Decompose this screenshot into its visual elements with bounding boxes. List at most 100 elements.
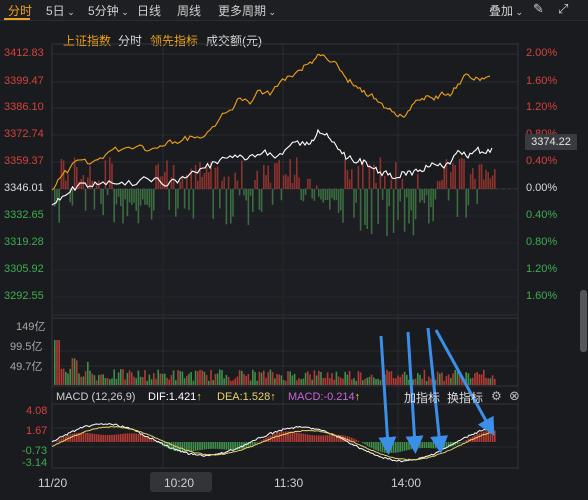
price-strength-bar (205, 165, 208, 189)
macd-bar (355, 439, 357, 442)
price-strength-bar (386, 189, 388, 236)
price-strength-bar (439, 181, 441, 189)
macd-bar (425, 442, 428, 449)
volume-bar (186, 375, 188, 385)
add-indicator-button[interactable]: 加指标 (404, 389, 440, 406)
volume-bar (445, 376, 448, 385)
volume-bar (157, 369, 159, 385)
volume-bar (153, 373, 155, 385)
volume-bar (131, 372, 133, 385)
price-axis-label: 3412.83 (4, 47, 44, 59)
price-strength-bar (175, 189, 177, 217)
volume-bar (76, 360, 78, 385)
price-strength-bar (258, 189, 261, 210)
price-strength-bar (208, 172, 210, 189)
volume-bar (480, 374, 483, 385)
volume-bar (375, 379, 377, 385)
macd-bar (146, 436, 148, 442)
volume-bar (313, 370, 316, 385)
price-strength-bar (287, 176, 289, 189)
macd-bar (91, 433, 93, 442)
macd-bar (320, 435, 322, 442)
price-strength-bar (333, 189, 335, 201)
macd-bar (373, 442, 375, 450)
volume-bar (331, 373, 333, 385)
price-strength-bar (113, 189, 115, 223)
price-strength-bar (102, 189, 104, 216)
macd-bar (432, 442, 434, 449)
macd-bar (419, 442, 421, 449)
price-strength-bar (219, 189, 221, 209)
volume-bar (177, 369, 179, 385)
intraday-chart[interactable] (0, 0, 588, 500)
macd-bar (315, 435, 318, 442)
price-strength-bar (234, 172, 236, 189)
dif-arrow-icon: ↑ (196, 391, 202, 403)
volume-bar (397, 375, 399, 385)
macd-bar (397, 442, 399, 453)
volume-bar (412, 379, 415, 385)
volume-bar (236, 376, 239, 385)
macd-axis-label: -3.14 (22, 457, 48, 469)
macd-bar (362, 442, 364, 444)
price-strength-bar (313, 189, 316, 201)
price-strength-bar (137, 189, 140, 224)
price-strength-bar (463, 158, 465, 189)
gear-icon[interactable]: ⚙ (491, 389, 502, 403)
macd-bar (463, 441, 465, 442)
volume-bar (199, 369, 201, 385)
switch-indicator-button[interactable]: 换指标 (447, 389, 483, 406)
close-icon[interactable]: ⊗ (509, 388, 520, 404)
volume-bar (441, 372, 443, 385)
price-strength-bar (172, 164, 175, 189)
price-strength-bar (478, 164, 481, 189)
volume-bar (392, 378, 395, 385)
macd-bar (364, 442, 366, 445)
volume-bar (117, 372, 120, 385)
volume-bar (436, 371, 439, 385)
volume-bar (373, 377, 375, 385)
volume-bar (335, 371, 338, 385)
price-strength-bar (375, 182, 377, 189)
volume-bar (452, 373, 454, 385)
volume-bar (386, 369, 388, 385)
price-strength-bar (331, 189, 333, 199)
vertical-scrollbar[interactable] (580, 290, 587, 352)
percent-axis-label: 1.20% (526, 263, 558, 275)
price-strength-bar (485, 169, 487, 189)
price-axis-label: 3332.65 (4, 209, 44, 221)
macd-histogram-value: MACD:-0.214↑ (288, 391, 360, 403)
volume-axis-label: 49.7亿 (10, 361, 43, 373)
price-strength-bar (487, 172, 489, 189)
price-strength-bar (197, 180, 199, 189)
price-strength-bar (276, 162, 278, 189)
price-axis-label: 3359.37 (4, 155, 44, 167)
macd-bar (201, 442, 203, 450)
macd-bar (113, 434, 115, 442)
volume-bar (403, 371, 406, 385)
volume-bar (351, 379, 353, 385)
macd-title[interactable]: MACD (12,26,9) (56, 391, 135, 403)
volume-bar (322, 378, 324, 385)
price-strength-bar (100, 189, 102, 205)
price-strength-bar (447, 189, 450, 201)
volume-bar (93, 375, 96, 385)
volume-bar (175, 380, 177, 385)
price-strength-bar (414, 189, 417, 220)
macd-bar (135, 433, 137, 442)
macd-arrow-icon: ↑ (354, 391, 361, 403)
macd-bar (190, 442, 192, 452)
volume-bar (467, 373, 470, 385)
price-strength-bar (126, 189, 129, 217)
price-strength-bar (302, 189, 305, 202)
macd-bar (390, 442, 393, 454)
volume-bar (278, 374, 280, 385)
lower-shade (52, 189, 518, 315)
volume-bar (65, 371, 67, 385)
macd-text: MACD:-0.214 (288, 391, 355, 403)
volume-bar (342, 378, 344, 385)
volume-bar (225, 374, 228, 385)
volume-bar (144, 370, 146, 385)
price-strength-bar (388, 189, 390, 207)
volume-bar (146, 380, 148, 385)
